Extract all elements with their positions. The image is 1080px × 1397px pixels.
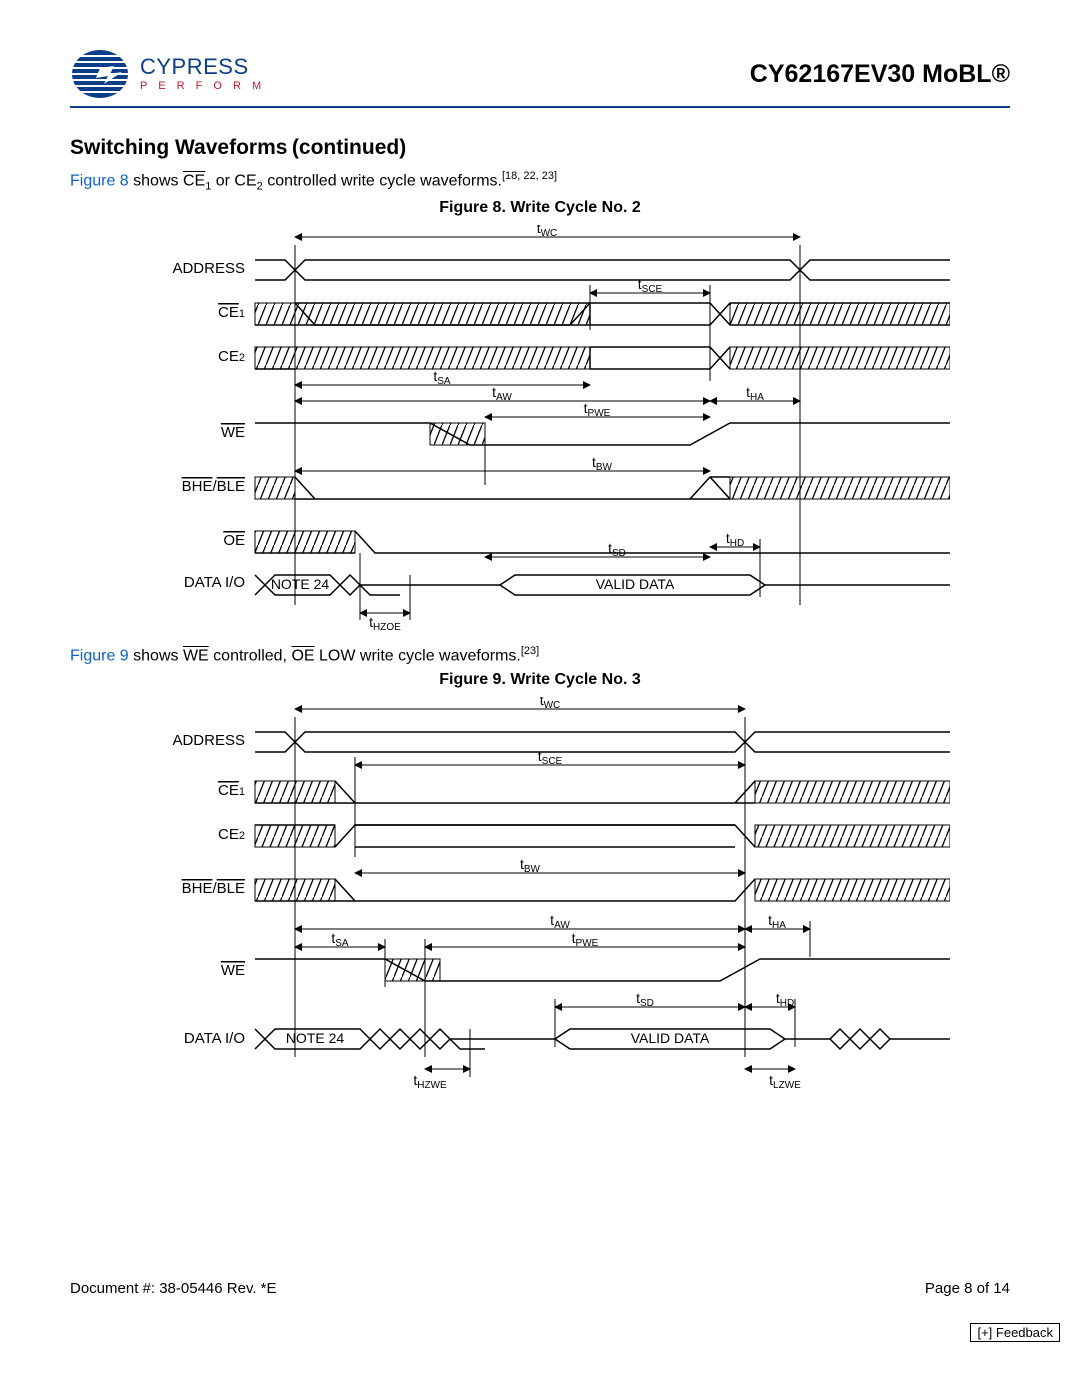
feedback-button[interactable]: [+] Feedback <box>970 1323 1060 1342</box>
svg-text:NOTE 24: NOTE 24 <box>286 1030 345 1046</box>
svg-text:tHA: tHA <box>768 912 786 931</box>
svg-text:WE: WE <box>221 962 245 979</box>
svg-text:CE2: CE2 <box>218 348 245 365</box>
section-heading: Switching Waveforms (continued) <box>70 136 1010 160</box>
tagline-text: P E R F O R M <box>140 81 265 92</box>
svg-text:tLZWE: tLZWE <box>769 1072 801 1091</box>
svg-text:NOTE 24: NOTE 24 <box>271 576 330 592</box>
svg-text:tHZWE: tHZWE <box>413 1072 447 1091</box>
section-continued: (continued) <box>292 136 406 159</box>
intro2-oe: OE <box>291 647 314 664</box>
section-title: Switching Waveforms <box>70 136 287 159</box>
figure9-diagram: tWC ADDRESS tSCE CE1 CE2 BHE/BLE tBW tAW… <box>70 697 1010 1097</box>
svg-text:BHE/BLE: BHE/BLE <box>182 478 245 495</box>
svg-text:tBW: tBW <box>592 454 613 473</box>
svg-text:tHA: tHA <box>746 384 764 403</box>
intro1-refs: [18, 22, 23] <box>502 170 557 182</box>
intro1-ce1: CE <box>183 172 205 189</box>
svg-text:tWC: tWC <box>540 697 561 711</box>
figure9-intro: Figure 9 shows WE controlled, OE LOW wri… <box>70 645 1010 665</box>
intro1-mid: or CE <box>211 172 256 189</box>
svg-text:tSA: tSA <box>433 368 451 387</box>
svg-text:tWC: tWC <box>537 225 558 239</box>
intro1-after: controlled write cycle waveforms. <box>263 172 502 189</box>
intro2-we: WE <box>183 647 209 664</box>
svg-text:DATA I/O: DATA I/O <box>184 574 245 591</box>
svg-text:VALID DATA: VALID DATA <box>596 576 675 592</box>
svg-text:CE1: CE1 <box>218 782 245 799</box>
part-number: CY62167EV30 MoBL® <box>750 60 1010 89</box>
figure9-caption: Figure 9. Write Cycle No. 3 <box>70 671 1010 689</box>
svg-text:tAW: tAW <box>492 384 512 403</box>
svg-text:ADDRESS: ADDRESS <box>172 732 245 749</box>
part-text: CY62167EV30 MoBL® <box>750 60 1010 88</box>
page-number: Page 8 of 14 <box>925 1280 1010 1297</box>
svg-text:VALID DATA: VALID DATA <box>631 1030 710 1046</box>
svg-text:tSD: tSD <box>636 990 654 1009</box>
svg-text:tSCE: tSCE <box>538 748 563 767</box>
logo: CYPRESS P E R F O R M <box>70 48 265 100</box>
svg-text:WE: WE <box>221 424 245 441</box>
svg-text:ADDRESS: ADDRESS <box>172 260 245 277</box>
figure8-caption: Figure 8. Write Cycle No. 2 <box>70 199 1010 217</box>
intro2-refs: [23] <box>521 645 539 657</box>
svg-text:tSA: tSA <box>331 930 349 949</box>
svg-text:OE: OE <box>223 532 245 549</box>
svg-text:CE2: CE2 <box>218 826 245 843</box>
svg-text:tAW: tAW <box>550 912 570 931</box>
brand-text: CYPRESS <box>140 56 265 78</box>
svg-text:tPWE: tPWE <box>572 930 599 949</box>
svg-text:tSD: tSD <box>608 540 626 559</box>
intro1-before: shows <box>129 172 183 189</box>
svg-text:DATA I/O: DATA I/O <box>184 1030 245 1047</box>
figure-link-9[interactable]: Figure 9 <box>70 647 129 664</box>
intro2-mid: controlled, <box>209 647 292 664</box>
svg-text:tHD: tHD <box>726 530 744 549</box>
svg-text:tHZOE: tHZOE <box>369 614 401 633</box>
figure-link-8[interactable]: Figure 8 <box>70 172 129 189</box>
svg-text:tSCE: tSCE <box>638 276 663 295</box>
logo-icon <box>70 48 130 100</box>
page-header: CYPRESS P E R F O R M CY62167EV30 MoBL® <box>70 48 1010 108</box>
page-footer: Document #: 38-05446 Rev. *E Page 8 of 1… <box>70 1280 1010 1297</box>
document-number: Document #: 38-05446 Rev. *E <box>70 1280 277 1297</box>
intro2-after: LOW write cycle waveforms. <box>315 647 521 664</box>
svg-text:BHE/BLE: BHE/BLE <box>182 880 245 897</box>
svg-text:tHD: tHD <box>776 990 794 1009</box>
figure8-intro: Figure 8 shows CE1 or CE2 controlled wri… <box>70 170 1010 193</box>
figure8-diagram: tWC ADDRESS CE1 tSCE CE2 tSA tAW tHA WE … <box>70 225 1010 635</box>
svg-text:CE1: CE1 <box>218 304 245 321</box>
svg-text:tPWE: tPWE <box>584 400 611 419</box>
intro2-before: shows <box>129 647 183 664</box>
svg-text:tBW: tBW <box>520 856 541 875</box>
